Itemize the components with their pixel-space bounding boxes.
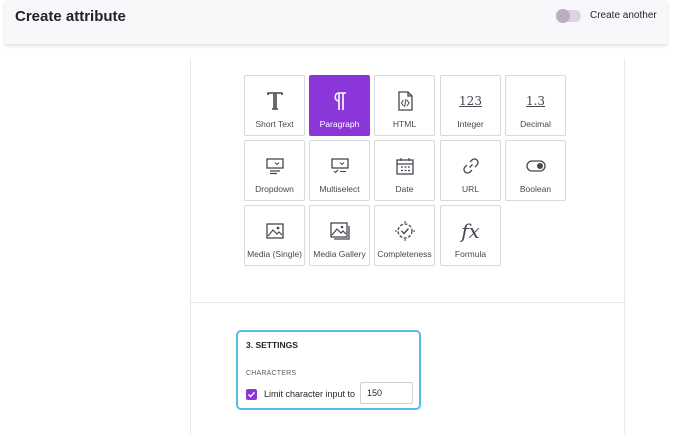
toggle-knob <box>556 9 570 23</box>
character-limit-input[interactable] <box>360 382 413 404</box>
type-tile-multiselect[interactable]: Multiselect <box>309 140 370 201</box>
dialog-header: Create attribute Create another <box>5 0 667 44</box>
type-tile-date[interactable]: Date <box>374 140 435 201</box>
type-tile-media-gallery[interactable]: Media Gallery <box>309 205 370 266</box>
tile-label: Boolean <box>519 184 552 194</box>
tile-label: Date <box>395 184 414 194</box>
limit-checkbox[interactable] <box>246 389 257 400</box>
type-tile-integer[interactable]: 123 Integer <box>440 75 501 136</box>
type-tile-url[interactable]: URL <box>440 140 501 201</box>
short-text-icon <box>265 86 285 116</box>
tile-label: Integer <box>457 119 484 129</box>
section-divider <box>190 302 625 303</box>
type-tile-decimal[interactable]: 1.3 Decimal <box>505 75 566 136</box>
settings-card: 3. SETTINGS CHARACTERS Limit character i… <box>236 330 421 410</box>
tile-label: Short Text <box>255 119 294 129</box>
type-tile-dropdown[interactable]: Dropdown <box>244 140 305 201</box>
checkmark-icon <box>248 391 256 398</box>
decimal-icon: 1.3 <box>526 86 545 116</box>
settings-title: 3. SETTINGS <box>246 340 298 350</box>
characters-section-label: CHARACTERS <box>246 370 297 377</box>
formula-icon: fx <box>461 216 480 246</box>
tile-label: Media Gallery <box>313 249 366 259</box>
gallery-icon <box>329 216 351 246</box>
calendar-icon <box>395 151 415 181</box>
integer-glyph: 123 <box>459 94 482 108</box>
type-tile-formula[interactable]: fx Formula <box>440 205 501 266</box>
completeness-icon <box>394 216 416 246</box>
tile-label: Decimal <box>520 119 551 129</box>
image-icon <box>265 216 285 246</box>
page-title: Create attribute <box>15 8 126 25</box>
type-tile-paragraph[interactable]: Paragraph <box>309 75 370 136</box>
dropdown-icon <box>265 151 285 181</box>
create-another-toggle[interactable] <box>556 9 581 23</box>
type-tile-boolean[interactable]: Boolean <box>505 140 566 201</box>
type-tile-completeness[interactable]: Completeness <box>374 205 435 266</box>
html-icon <box>396 86 414 116</box>
tile-label: Paragraph <box>319 119 360 129</box>
tile-label: Multiselect <box>319 184 360 194</box>
limit-label: Limit character input to <box>264 389 356 399</box>
tile-label: HTML <box>392 119 417 129</box>
multiselect-icon <box>330 151 350 181</box>
create-another-label: Create another <box>590 10 657 21</box>
paragraph-icon <box>331 86 349 116</box>
tile-label: URL <box>461 184 479 194</box>
type-tile-html[interactable]: HTML <box>374 75 435 136</box>
decimal-glyph: 1.3 <box>525 94 546 108</box>
integer-icon: 123 <box>459 86 482 116</box>
tile-label: Media (Single) <box>247 249 302 259</box>
tile-label: Completeness <box>377 249 432 259</box>
tile-label: Dropdown <box>255 184 294 194</box>
toggle-icon <box>525 151 547 181</box>
type-tile-short-text[interactable]: Short Text <box>244 75 305 136</box>
type-tile-media-single[interactable]: Media (Single) <box>244 205 305 266</box>
link-icon <box>461 151 481 181</box>
tile-label: Formula <box>454 249 487 259</box>
formula-glyph: fx <box>461 219 480 243</box>
